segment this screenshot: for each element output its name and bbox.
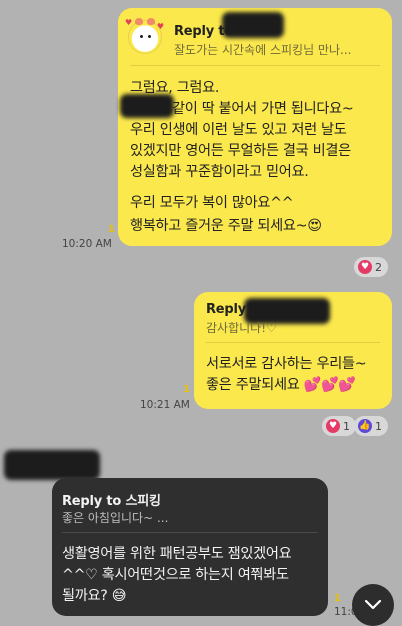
unread-count: 1 xyxy=(183,384,190,395)
unread-count: 1 xyxy=(108,224,115,235)
redacted-name xyxy=(222,12,284,38)
message-bubble[interactable]: Reply to 스피킹 좋은 아침입니다~ ... 생활영어를 위한 패턴공부… xyxy=(52,478,328,616)
reaction-count: 1 xyxy=(343,419,350,433)
reaction-count: 1 xyxy=(375,419,382,433)
message-line: 우리 모두가 복이 많아요^^ xyxy=(130,195,294,211)
reply-title: Reply to 스피킹 xyxy=(62,494,161,509)
chevron-down-icon xyxy=(364,599,382,610)
message-time: 10:20 AM xyxy=(62,238,112,250)
reply-quote: 잘도가는 시간속에 스피킹님 만나... xyxy=(174,43,352,57)
message-line: ^^♡ 혹시어떤것으로 하는지 여쭤봐도 xyxy=(62,567,289,583)
reaction-pill[interactable]: ♥ 2 xyxy=(354,257,388,277)
message-line: 생활영어를 위한 패턴공부도 잼있겠어요 xyxy=(62,546,292,562)
redacted-name xyxy=(120,94,174,118)
redacted-sender-name xyxy=(4,450,100,480)
message-line: 있겠지만 영어든 무얼하든 결국 비결은 xyxy=(130,143,351,159)
heart-icon: ♥ xyxy=(358,260,372,274)
reaction-count: 2 xyxy=(375,260,382,274)
divider xyxy=(206,342,380,343)
message-time: 10:21 AM xyxy=(140,399,190,411)
message-line: 우리 인생에 이런 날도 있고 저런 날도 xyxy=(130,122,347,138)
reply-quote: 감사합니다!♡ xyxy=(206,321,277,335)
message-line: 좋은 주말되세요 💕💕💕 xyxy=(206,377,356,393)
reaction-pill[interactable]: ♥ 1 xyxy=(322,416,356,436)
reply-quote: 좋은 아침입니다~ ... xyxy=(62,511,169,525)
divider xyxy=(130,65,380,66)
message-line: 같이 딱 붙어서 가면 됩니다요~ xyxy=(172,101,354,117)
message-line: 성실함과 꾸준함이라고 믿어요. xyxy=(130,164,309,180)
message-bubble[interactable]: Reply to 감사합니다!♡ 서로서로 감사하는 우리들~ 좋은 주말되세요… xyxy=(194,292,392,409)
reaction-pill[interactable]: 👍 1 xyxy=(354,416,388,436)
heart-icon: ♥ xyxy=(326,419,340,433)
divider xyxy=(62,532,318,533)
thumbs-up-icon: 👍 xyxy=(358,419,372,433)
unread-count: 1 xyxy=(334,593,341,604)
message-line: 행복하고 즐거운 주말 되세요~😍 xyxy=(130,218,322,234)
message-line: 서로서로 감사하는 우리들~ xyxy=(206,356,367,372)
reply-avatar: ♥ ♥ xyxy=(125,18,164,54)
message-line: 될까요? 😅 xyxy=(62,588,127,604)
message-bubble[interactable]: ♥ ♥ Reply to 잘도가는 시간속에 스피킹님 만나... 그럼요, 그럼… xyxy=(118,8,392,246)
